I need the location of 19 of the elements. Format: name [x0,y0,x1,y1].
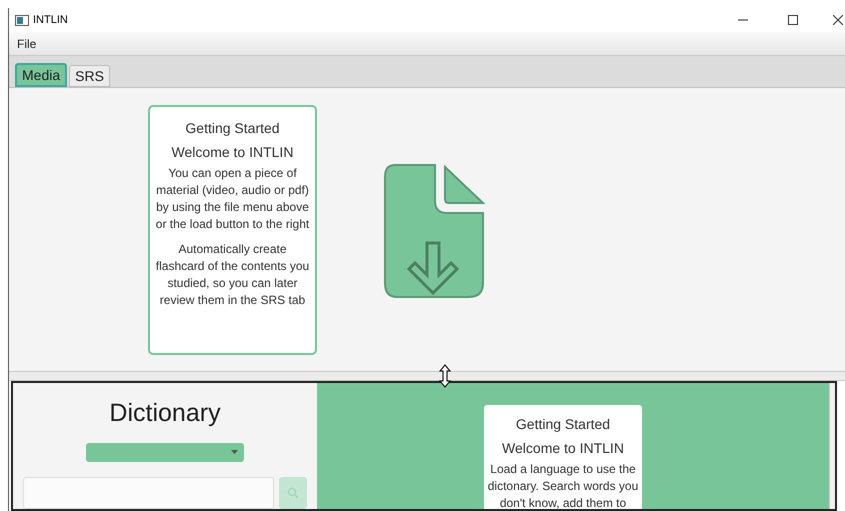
tab[interactable]: Media [15,63,68,87]
card-text: You can open a piece of material (video, audio or pdf) by using the file menu above or the load button to the right [154,165,310,233]
menu-item[interactable]: File [17,34,36,52]
close-icon[interactable] [833,15,843,25]
search-field[interactable] [23,477,274,509]
caret-icon [231,450,238,454]
app-icon [15,14,29,26]
maximize-icon[interactable] [788,15,798,25]
card-text: Load a language to use the dictonary. Search words you don't know, add them to [487,461,639,509]
card-text: Automatically create flashcard of the contents you studied, so you can later review them in the SRS tab [154,241,310,309]
card-subtitle: Welcome to INTLIN [502,439,624,458]
search-icon [287,487,299,499]
card-title: Getting Started [516,415,610,434]
card-subtitle: Welcome to INTLIN [172,143,294,162]
scrollbar[interactable] [829,383,835,509]
window-title: INTLIN [33,12,68,28]
dictionary-title: Dictionary [109,398,221,429]
card-title: Getting Started [185,119,280,138]
tab[interactable]: SRS [69,65,110,87]
